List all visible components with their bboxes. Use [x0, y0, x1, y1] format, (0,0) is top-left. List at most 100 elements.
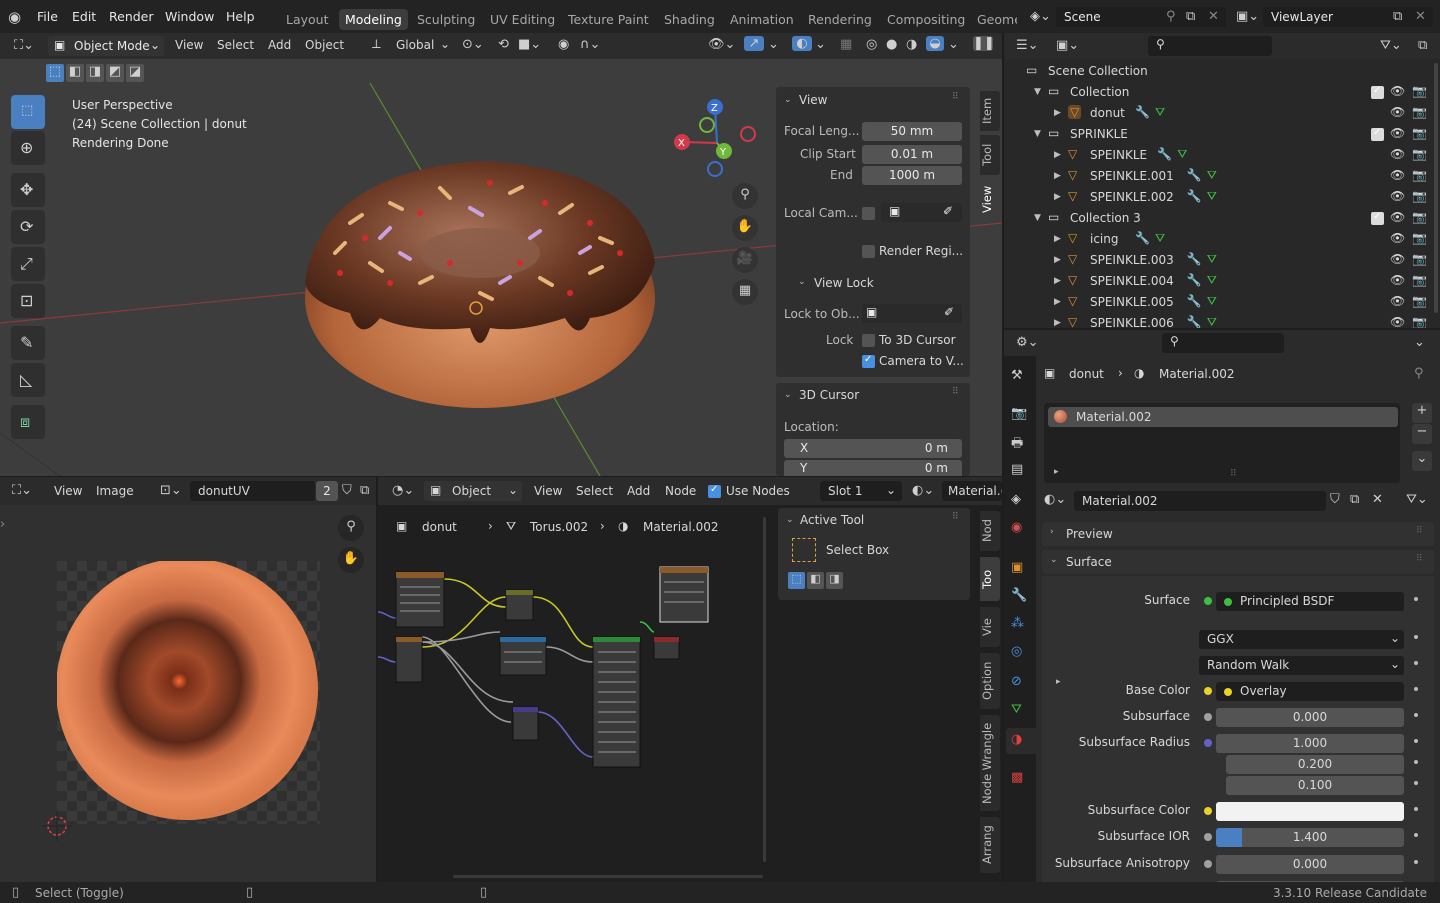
- chevron-down-icon[interactable]: ⌄: [815, 37, 826, 52]
- mesh-data-icon[interactable]: ⛛: [1207, 273, 1217, 288]
- color-swatch[interactable]: [1216, 802, 1404, 821]
- surface-slider[interactable]: 0.000: [1216, 708, 1404, 727]
- snap-icon[interactable]: ⟲: [498, 37, 509, 52]
- navigation-gizmo[interactable]: Z X Y: [672, 98, 762, 183]
- new-collection-icon[interactable]: ⧉: [1418, 38, 1427, 53]
- tab-shading[interactable]: Shading: [664, 12, 715, 27]
- filter-icon[interactable]: ⛛⌄: [1380, 38, 1402, 53]
- surface-link-field[interactable]: Principled BSDF: [1216, 592, 1404, 611]
- tab-modeling[interactable]: Modeling: [339, 9, 408, 30]
- eye-icon[interactable]: 👁: [1390, 231, 1405, 245]
- outliner-search[interactable]: ⚲: [1148, 36, 1272, 56]
- chevron-down-icon[interactable]: ⌄: [786, 515, 794, 525]
- outliner-row[interactable]: ▶ ▽ SPEINKLE.003 🔧 ⛛ 👁 📷: [1004, 250, 1434, 271]
- rendered-shading-icon[interactable]: ◒: [926, 36, 944, 51]
- tab-arrange[interactable]: Arrang: [980, 817, 1000, 873]
- scene-tab-icon[interactable]: ◈: [1011, 492, 1021, 507]
- select-box-tool[interactable]: ⬚: [11, 95, 45, 129]
- expand-right-icon[interactable]: ▶: [1054, 255, 1061, 265]
- duplicate-material-icon[interactable]: ⧉: [1350, 492, 1359, 507]
- mesh-data-icon[interactable]: ⛛: [1207, 315, 1217, 328]
- properties-search[interactable]: ⚲: [1162, 333, 1284, 353]
- eye-icon[interactable]: 👁: [1390, 294, 1405, 308]
- mesh-data-icon[interactable]: ⛛: [1155, 231, 1165, 246]
- fake-user-shield-icon[interactable]: ⛉: [1330, 492, 1340, 507]
- display-mode-icon[interactable]: ▣⌄: [1056, 38, 1079, 53]
- expand-down-icon[interactable]: ▼: [1034, 87, 1041, 97]
- socket-dot[interactable]: [1204, 807, 1212, 815]
- modifier-icon[interactable]: 🔧: [1187, 189, 1202, 203]
- shader-type-dropdown[interactable]: ▣ Object ⌄: [424, 481, 522, 501]
- lock-to-object-field[interactable]: ▣ ✐: [862, 304, 962, 323]
- drag-handle-icon[interactable]: ⠿: [952, 512, 959, 522]
- donut-model[interactable]: [290, 143, 670, 413]
- outliner-row[interactable]: ▶ ▽ icing 🔧 ⛛ 👁 📷: [1004, 229, 1434, 250]
- render-visibility-icon[interactable]: 📷: [1412, 84, 1427, 98]
- tab-options[interactable]: Option: [980, 653, 1000, 709]
- exclude-checkbox[interactable]: [1371, 211, 1384, 225]
- modifier-icon[interactable]: 🔧: [1187, 168, 1202, 182]
- mesh-data-icon[interactable]: ⛛: [1207, 252, 1217, 267]
- expand-down-icon[interactable]: ▼: [1034, 213, 1041, 223]
- visibility-icon[interactable]: 👁⌄: [708, 37, 735, 52]
- node-menu-add[interactable]: Add: [627, 484, 650, 498]
- camera-icon[interactable]: 🎥: [732, 247, 758, 273]
- cursor-y-field[interactable]: Y 0 m: [784, 460, 962, 476]
- node-scrollbar-v[interactable]: [763, 517, 766, 862]
- tab-view[interactable]: Vie: [980, 607, 1000, 647]
- editor-type-icon[interactable]: ⚙⌄: [1016, 335, 1039, 350]
- link-type-icon[interactable]: ⛛⌄: [1406, 492, 1428, 507]
- new-scene-icon[interactable]: ⧉: [1186, 9, 1195, 24]
- surface-slider[interactable]: 0.200: [1226, 755, 1404, 774]
- base-color-expand-icon[interactable]: ▸: [1056, 677, 1061, 687]
- surface-slider[interactable]: 1.000: [1216, 734, 1404, 753]
- local-camera-field[interactable]: ▣ ✐: [881, 203, 962, 222]
- cursor-tool[interactable]: ⊕: [11, 131, 45, 165]
- select-extend-icon[interactable]: ◧: [66, 64, 84, 82]
- outliner-row[interactable]: ▶ ▽ SPEINKLE.005 🔧 ⛛ 👁 📷: [1004, 292, 1434, 313]
- material-browse-icon[interactable]: ◐⌄: [1044, 492, 1066, 507]
- tab-rendering[interactable]: Rendering: [808, 12, 872, 27]
- pin-icon[interactable]: ⚲: [1414, 366, 1424, 381]
- view-layer-tab-icon[interactable]: ▤: [1011, 462, 1023, 477]
- preview-section[interactable]: › Preview ⠿: [1042, 522, 1434, 546]
- eye-icon[interactable]: 👁: [1390, 210, 1405, 224]
- slot-menu-icon[interactable]: ⌄: [1412, 451, 1432, 471]
- outliner-row[interactable]: ▶ ▽ SPEINKLE 🔧 ⛛ 👁 📷: [1004, 145, 1434, 166]
- tab-tool[interactable]: Tool: [980, 135, 1000, 175]
- viewport-3d[interactable]: User Perspective (24) Scene Collection |…: [0, 33, 1002, 476]
- outliner-row[interactable]: ▶ ▽ donut 🔧 ⛛ 👁 📷: [1004, 103, 1434, 124]
- expand-right-icon[interactable]: ▶: [1054, 234, 1061, 244]
- scene-field[interactable]: Scene ⚲ ⧉ ✕: [1056, 7, 1226, 27]
- breadcrumb-material[interactable]: Material.002: [643, 520, 718, 534]
- properties-editor[interactable]: ⚙⌄ ⚲ ⌄ ⚒ 📷 🖶 ▤ ◈ ◉ ▣ 🔧 ⁂ ◎ ⊘ ⛛ ◑ ▩ ▣ don…: [1004, 330, 1440, 882]
- chevron-down-icon[interactable]: ⌄: [784, 390, 792, 400]
- tab-item[interactable]: Item: [980, 91, 1000, 131]
- output-tab-icon[interactable]: 🖶: [1011, 434, 1023, 456]
- render-visibility-icon[interactable]: 📷: [1412, 168, 1427, 182]
- editor-type-icon[interactable]: ◔⌄: [392, 483, 414, 498]
- outliner-row[interactable]: ▼ ▭ SPRINKLE 👁 📷: [1004, 124, 1434, 145]
- image-users-count[interactable]: 2: [316, 481, 338, 501]
- socket-dot[interactable]: [1204, 687, 1212, 695]
- zoom-icon[interactable]: ⚲: [732, 183, 758, 209]
- chevron-right-icon[interactable]: ›: [0, 517, 5, 532]
- modifier-icon[interactable]: 🔧: [1187, 315, 1202, 328]
- use-nodes-checkbox[interactable]: [708, 484, 721, 498]
- material-name-field[interactable]: Material.(: [942, 481, 1002, 501]
- render-visibility-icon[interactable]: 📷: [1412, 273, 1427, 287]
- eye-icon[interactable]: 👁: [1390, 168, 1405, 182]
- render-visibility-icon[interactable]: 📷: [1412, 231, 1427, 245]
- local-camera-checkbox[interactable]: [862, 207, 875, 220]
- render-visibility-icon[interactable]: 📷: [1412, 126, 1427, 140]
- tab-node-wrangle[interactable]: Node Wrangle: [980, 715, 1000, 811]
- render-region-checkbox[interactable]: [862, 245, 875, 258]
- tab-texture-paint[interactable]: Texture Paint: [568, 12, 649, 27]
- expand-right-icon[interactable]: ▶: [1054, 297, 1061, 307]
- mesh-data-icon[interactable]: ⛛: [1177, 147, 1187, 162]
- surface-link-field[interactable]: Overlay: [1216, 682, 1404, 701]
- falloff-icon[interactable]: ∩⌄: [580, 37, 600, 52]
- eye-icon[interactable]: 👁: [1390, 126, 1405, 140]
- modifier-icon[interactable]: 🔧: [1187, 294, 1202, 308]
- keyframe-dot[interactable]: [1414, 860, 1418, 864]
